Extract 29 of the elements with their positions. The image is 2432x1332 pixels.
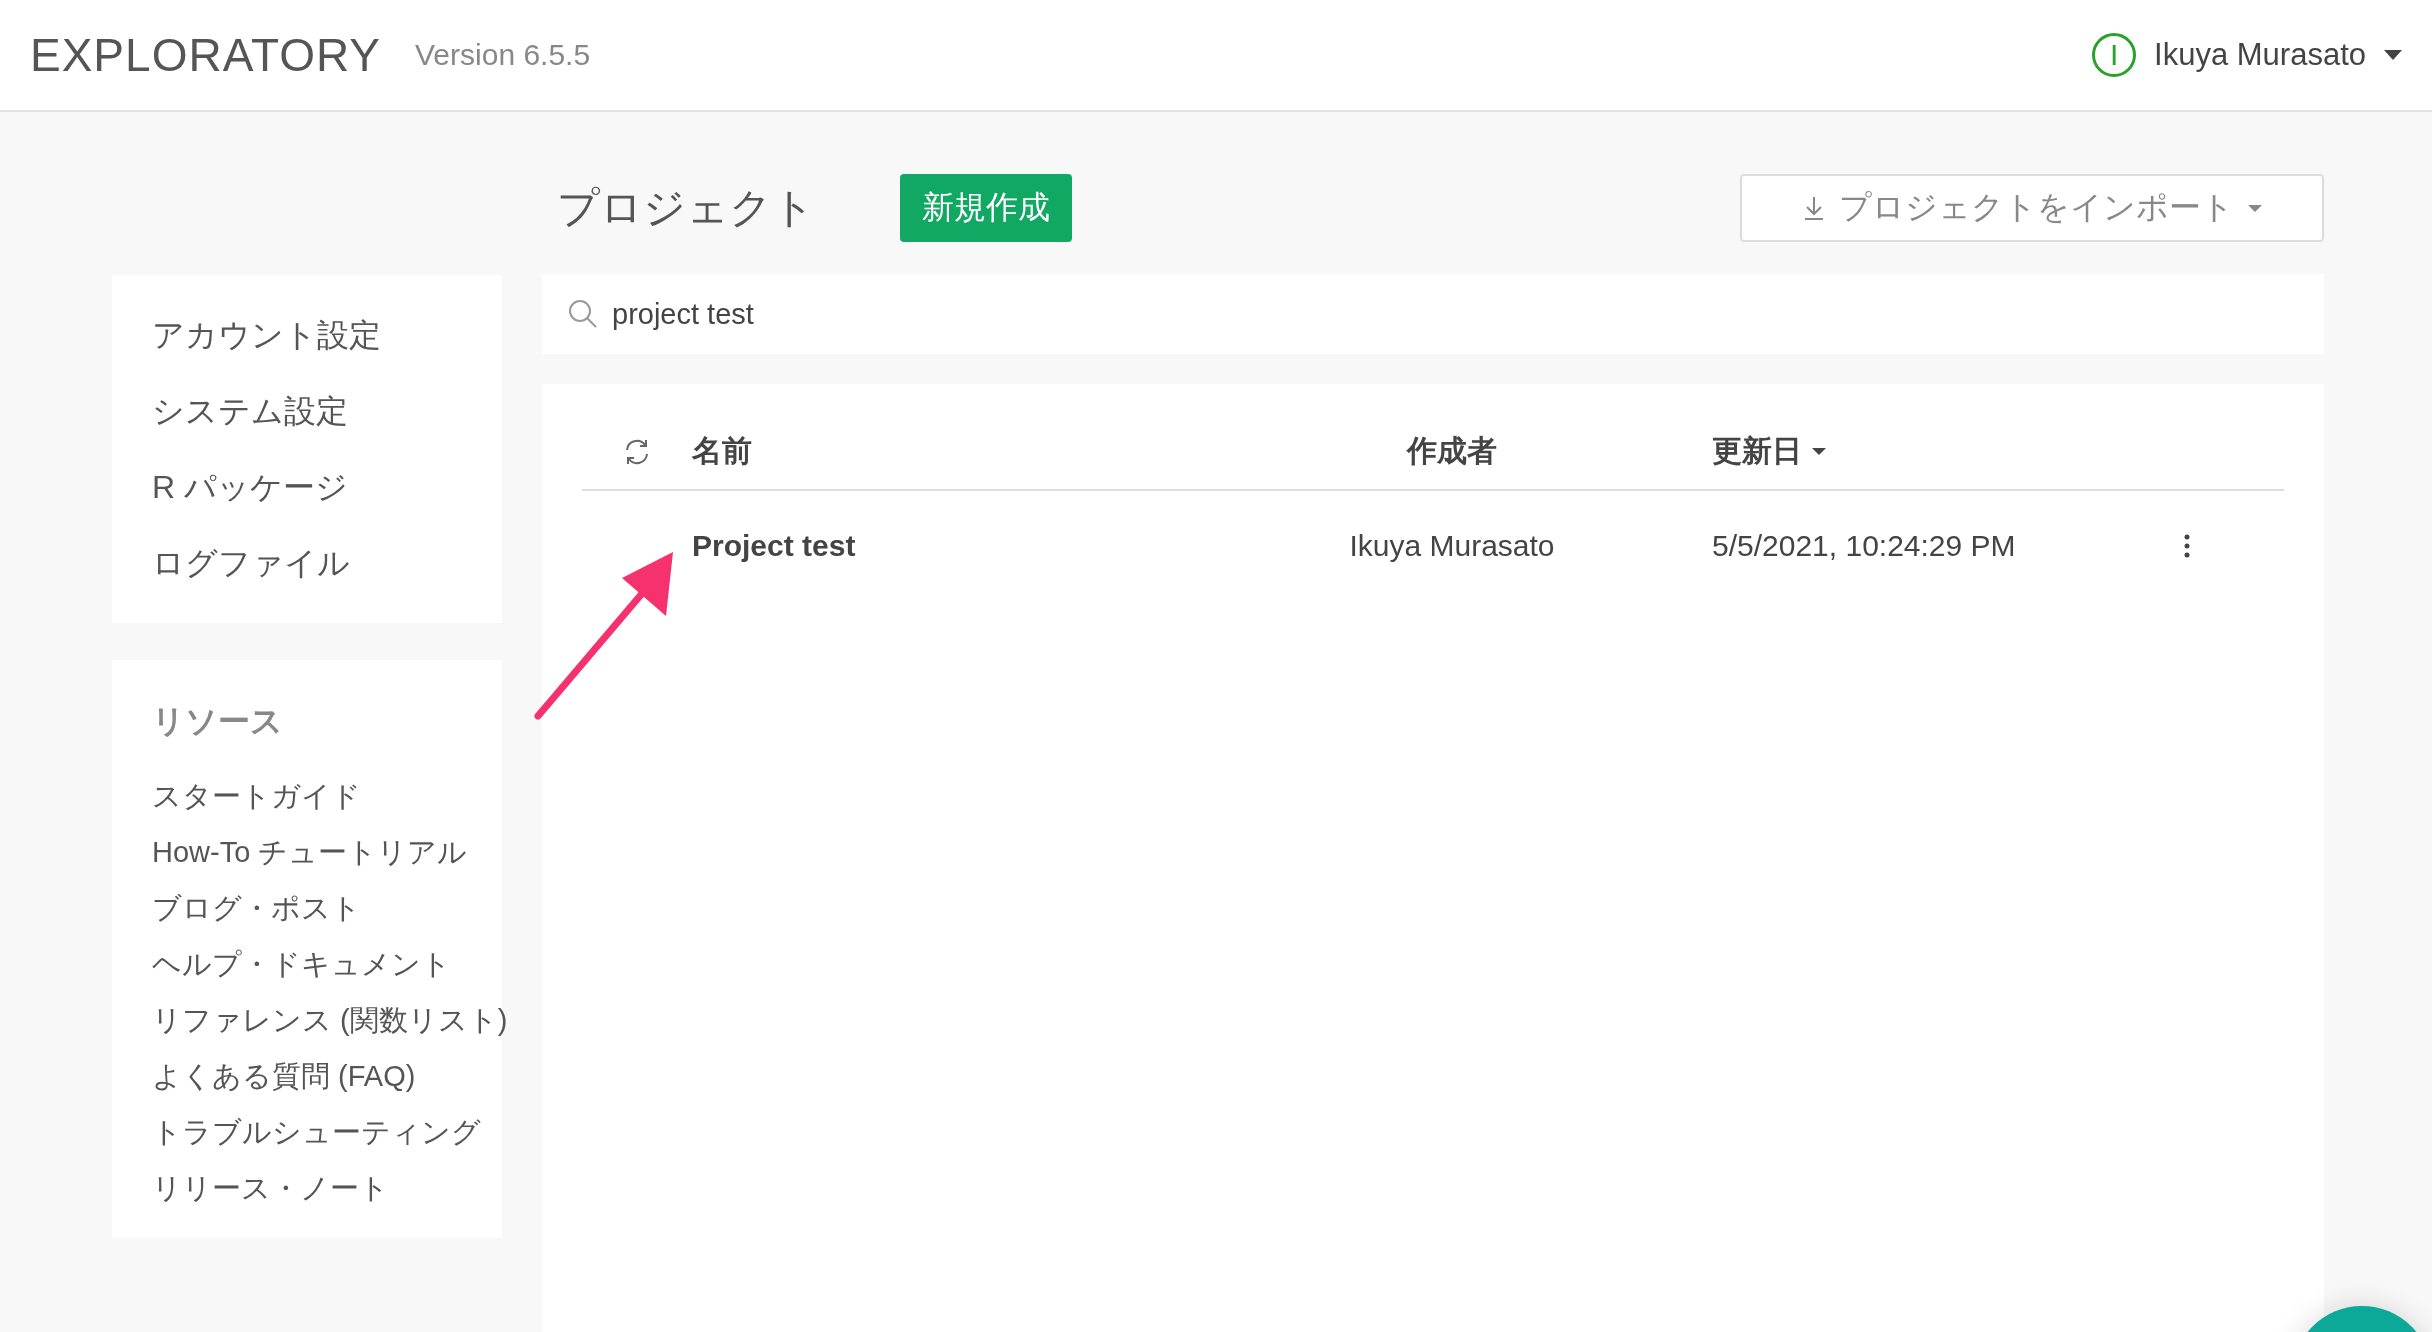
search-icon	[568, 299, 598, 329]
more-menu-icon[interactable]	[2182, 533, 2192, 559]
sidebar-link[interactable]: ログファイル	[152, 525, 502, 601]
sidebar-link[interactable]: システム設定	[152, 373, 502, 449]
app-logo: EXPLORATORY	[30, 28, 381, 82]
sidebar-link[interactable]: R パッケージ	[152, 449, 502, 525]
column-header[interactable]: 作成者	[1407, 431, 1497, 472]
sort-caret-icon	[1812, 448, 1826, 455]
page-title: プロジェクト	[557, 183, 815, 233]
sidebar-link[interactable]: アカウント設定	[152, 297, 502, 373]
resource-link[interactable]: リリース・ノート	[152, 1160, 502, 1216]
search-field[interactable]: project test	[542, 274, 2324, 354]
resource-link[interactable]: よくある質問 (FAQ)	[152, 1048, 502, 1104]
column-header[interactable]: 名前	[692, 431, 1312, 472]
resource-link[interactable]: ブログ・ポスト	[152, 880, 502, 936]
resource-link[interactable]: トラブルシューティング	[152, 1104, 502, 1160]
download-icon	[1802, 195, 1825, 221]
import-project-button[interactable]: プロジェクトをインポート	[1740, 174, 2324, 242]
resource-link[interactable]: スタートガイド	[152, 768, 502, 824]
resource-link[interactable]: How-To チュートリアル	[152, 824, 502, 880]
resource-link[interactable]: ヘルプ・ドキュメント	[152, 936, 502, 992]
author-cell: Ikuya Murasato	[1349, 529, 1555, 563]
user-name[interactable]: Ikuya Murasato	[2154, 37, 2366, 73]
updated-cell-text: 5/5/2021, 10:24:29 PM	[1711, 529, 2017, 563]
column-header[interactable]: 更新日	[1592, 431, 2092, 472]
version-label: Version 6.5.5	[415, 38, 591, 72]
caret-icon[interactable]	[2384, 50, 2402, 60]
resources-title: リソース	[152, 702, 284, 741]
project-name-link[interactable]: Project test	[692, 529, 856, 563]
